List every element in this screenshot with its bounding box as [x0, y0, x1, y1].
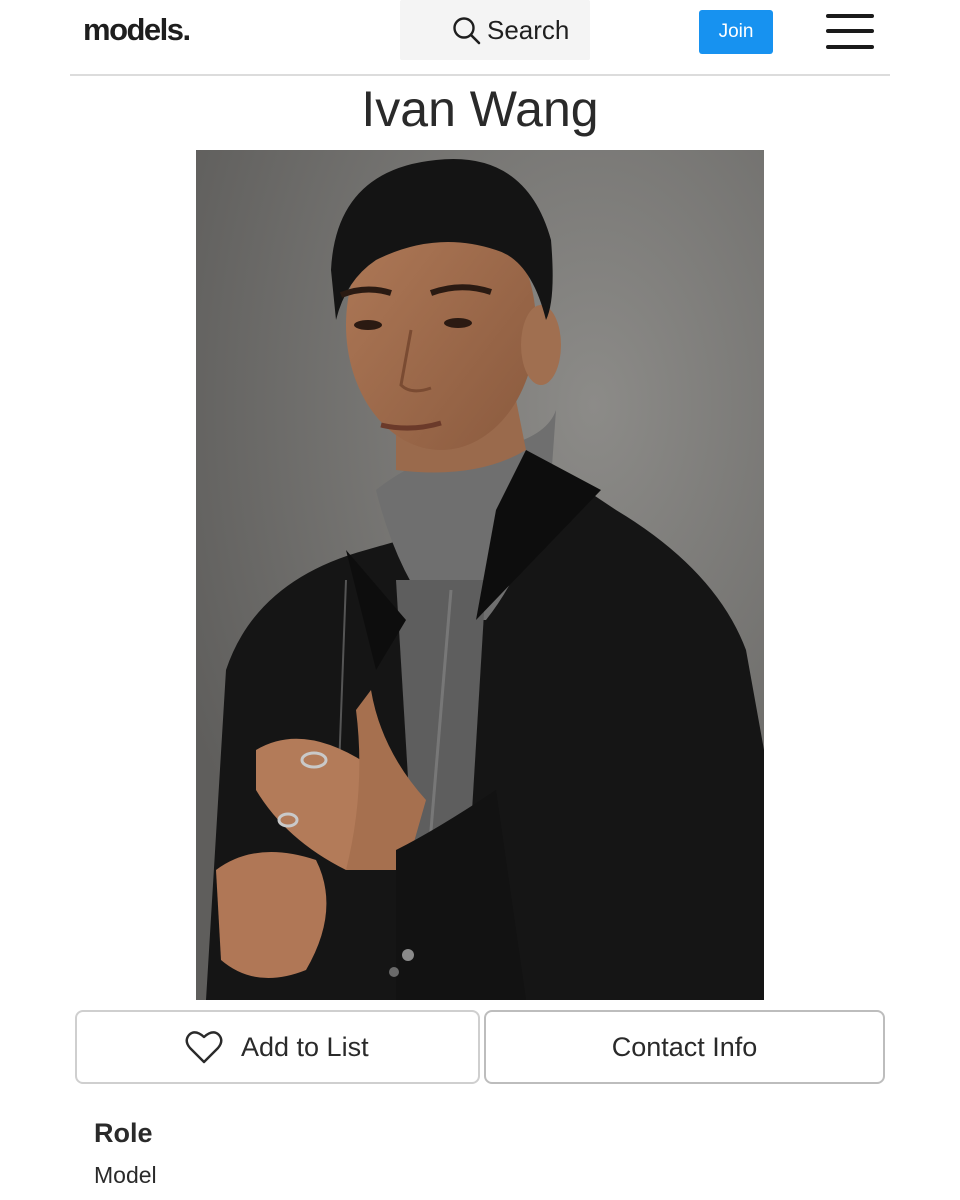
add-to-list-label: Add to List — [241, 1032, 369, 1062]
site-logo[interactable]: models. — [83, 12, 191, 48]
search-button[interactable]: Search — [400, 0, 590, 60]
role-heading: Role — [94, 1118, 153, 1148]
profile-photo[interactable] — [196, 150, 764, 1000]
portrait-illustration — [196, 150, 764, 1000]
search-label: Search — [487, 15, 570, 45]
menu-bar — [826, 14, 874, 18]
role-value: Model — [94, 1162, 157, 1188]
heart-icon — [185, 1031, 223, 1064]
menu-bar — [826, 29, 874, 33]
join-button[interactable]: Join — [699, 10, 773, 54]
menu-bar — [826, 45, 874, 49]
add-to-list-button[interactable]: Add to List — [75, 1010, 480, 1084]
profile-name: Ivan Wang — [361, 81, 599, 137]
contact-info-button[interactable]: Contact Info — [484, 1010, 885, 1084]
top-nav-bar: models. Search Join — [70, 0, 890, 76]
contact-info-label: Contact Info — [611, 1032, 758, 1062]
search-icon — [453, 17, 481, 45]
hamburger-menu-icon[interactable] — [826, 12, 874, 52]
profile-page: models. Search Join Ivan Wang Add to Lis… — [0, 0, 960, 1200]
